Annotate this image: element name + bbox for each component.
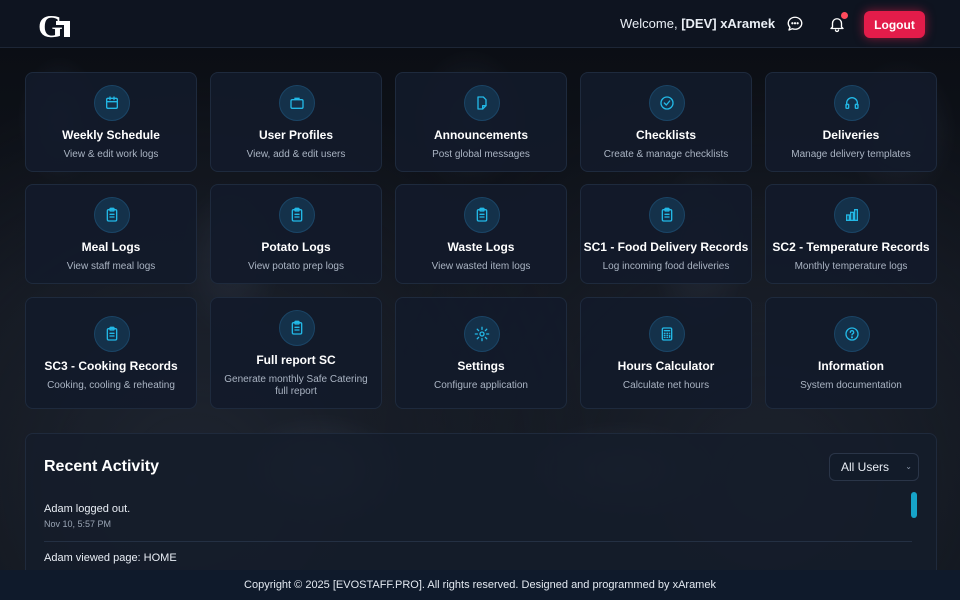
clipboard-icon bbox=[279, 310, 315, 346]
tile-subtitle: View wasted item logs bbox=[431, 261, 531, 272]
tile-title: Waste Logs bbox=[447, 240, 515, 254]
tile-subtitle: Log incoming food deliveries bbox=[602, 261, 730, 272]
tile-subtitle: Manage delivery templates bbox=[791, 149, 911, 160]
calculator-icon bbox=[649, 316, 685, 352]
activity-item: Adam viewed page: HOME bbox=[44, 552, 912, 564]
recent-activity-title: Recent Activity bbox=[44, 458, 159, 475]
document-icon bbox=[464, 85, 500, 121]
calendar-icon bbox=[94, 85, 130, 121]
clipboard-icon bbox=[279, 197, 315, 233]
headset-icon bbox=[834, 85, 870, 121]
tile-weekly-schedule[interactable]: Weekly Schedule View & edit work logs bbox=[25, 72, 197, 172]
tile-subtitle: View, add & edit users bbox=[246, 149, 346, 160]
tile-subtitle: Cooking, cooling & reheating bbox=[47, 380, 175, 391]
tile-user-profiles[interactable]: User Profiles View, add & edit users bbox=[210, 72, 382, 172]
tile-title: Information bbox=[818, 359, 884, 373]
page-footer: Copyright © 2025 [EVOSTAFF.PRO]. All rig… bbox=[0, 570, 960, 600]
question-circle-icon bbox=[834, 316, 870, 352]
tile-title: Weekly Schedule bbox=[62, 128, 160, 142]
dashboard-tiles-row-2: Meal Logs View staff meal logs Potato Lo… bbox=[25, 184, 937, 284]
activity-text: Adam logged out. bbox=[44, 503, 131, 515]
tile-subtitle: View staff meal logs bbox=[66, 261, 156, 272]
tile-sc3-cooking[interactable]: SC3 - Cooking Records Cooking, cooling &… bbox=[25, 297, 197, 409]
tile-subtitle: View & edit work logs bbox=[63, 149, 159, 160]
tile-title: SC1 - Food Delivery Records bbox=[583, 240, 749, 254]
tile-title: Meal Logs bbox=[81, 240, 141, 254]
tile-meal-logs[interactable]: Meal Logs View staff meal logs bbox=[25, 184, 197, 284]
tile-title: Full report SC bbox=[256, 353, 336, 367]
tile-subtitle: View potato prep logs bbox=[248, 261, 344, 272]
username: [DEV] xAramek bbox=[681, 16, 776, 31]
footer-copyright: Copyright © 2025 [EVOSTAFF.PRO]. All rig… bbox=[244, 579, 716, 591]
activity-divider bbox=[44, 541, 912, 542]
user-filter-value: All Users bbox=[841, 460, 890, 474]
dashboard-tiles-row-1: Weekly Schedule View & edit work logs Us… bbox=[25, 72, 937, 172]
activity-text: Adam viewed page: HOME bbox=[44, 552, 177, 564]
tile-subtitle: Configure application bbox=[434, 380, 528, 391]
tile-title: User Profiles bbox=[258, 128, 334, 142]
logout-button[interactable]: Logout bbox=[864, 11, 925, 38]
tile-hours-calculator[interactable]: Hours Calculator Calculate net hours bbox=[580, 297, 752, 409]
chat-bubble-icon[interactable] bbox=[785, 14, 805, 34]
clipboard-icon bbox=[649, 197, 685, 233]
tile-subtitle: Create & manage checklists bbox=[603, 149, 729, 160]
welcome-prefix: Welcome, bbox=[620, 16, 678, 31]
tile-potato-logs[interactable]: Potato Logs View potato prep logs bbox=[210, 184, 382, 284]
clipboard-icon bbox=[94, 316, 130, 352]
scrollbar-thumb[interactable] bbox=[911, 492, 917, 518]
notification-badge bbox=[840, 11, 849, 20]
tile-title: Potato Logs bbox=[261, 240, 331, 254]
briefcase-icon bbox=[279, 85, 315, 121]
clipboard-icon bbox=[464, 197, 500, 233]
dashboard-tiles-row-3: SC3 - Cooking Records Cooking, cooling &… bbox=[25, 297, 937, 409]
tile-information[interactable]: Information System documentation bbox=[765, 297, 937, 409]
app-logo[interactable]: G bbox=[38, 9, 74, 39]
tile-checklists[interactable]: Checklists Create & manage checklists bbox=[580, 72, 752, 172]
tile-title: Announcements bbox=[433, 128, 528, 142]
tile-waste-logs[interactable]: Waste Logs View wasted item logs bbox=[395, 184, 567, 284]
activity-time: Nov 10, 5:57 PM bbox=[44, 519, 112, 529]
welcome-message: Welcome, [DEV] xAramek bbox=[620, 16, 775, 31]
tile-subtitle: Monthly temperature logs bbox=[794, 261, 908, 272]
tile-title: Deliveries bbox=[822, 128, 880, 142]
bar-chart-icon bbox=[834, 197, 870, 233]
chevron-down-icon: ⌄ bbox=[905, 462, 912, 471]
tile-title: SC3 - Cooking Records bbox=[44, 359, 178, 373]
tile-title: Checklists bbox=[635, 128, 697, 142]
tile-title: Settings bbox=[457, 359, 505, 373]
tile-subtitle: System documentation bbox=[800, 380, 902, 391]
tile-sc1-food-delivery[interactable]: SC1 - Food Delivery Records Log incoming… bbox=[580, 184, 752, 284]
tile-full-report-sc[interactable]: Full report SC Generate monthly Safe Cat… bbox=[210, 297, 382, 409]
tile-deliveries[interactable]: Deliveries Manage delivery templates bbox=[765, 72, 937, 172]
tile-sc2-temperature[interactable]: SC2 - Temperature Records Monthly temper… bbox=[765, 184, 937, 284]
tile-title: Hours Calculator bbox=[617, 359, 715, 373]
tile-subtitle: Post global messages bbox=[432, 149, 530, 160]
top-navbar: G Welcome, [DEV] xAramek Logout bbox=[0, 0, 960, 48]
tile-subtitle: Calculate net hours bbox=[622, 380, 710, 391]
activity-item: Adam logged out. Nov 10, 5:57 PM bbox=[44, 503, 912, 529]
tile-announcements[interactable]: Announcements Post global messages bbox=[395, 72, 567, 172]
check-circle-icon bbox=[649, 85, 685, 121]
user-filter-select[interactable]: All Users ⌄ bbox=[829, 453, 919, 481]
gear-icon bbox=[464, 316, 500, 352]
clipboard-icon bbox=[94, 197, 130, 233]
tile-settings[interactable]: Settings Configure application bbox=[395, 297, 567, 409]
tile-title: SC2 - Temperature Records bbox=[772, 240, 930, 254]
tile-subtitle: Generate monthly Safe Catering full repo… bbox=[224, 374, 368, 397]
